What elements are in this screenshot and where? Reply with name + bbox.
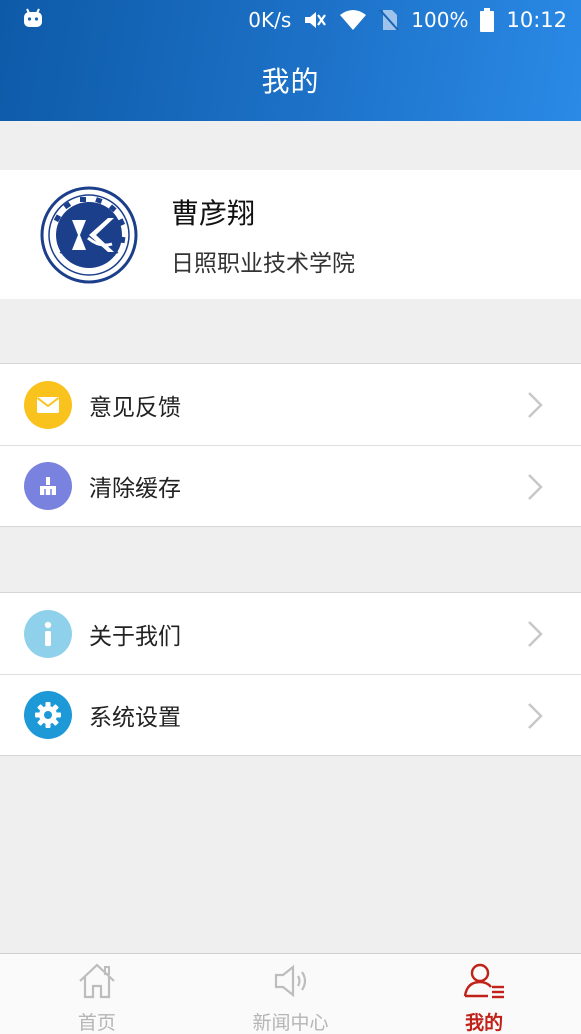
home-icon bbox=[77, 962, 117, 1004]
page-title: 我的 bbox=[261, 65, 320, 98]
clear-cache-label: 清除缓存 bbox=[89, 476, 181, 502]
tab-mine-label: 我的 bbox=[465, 1012, 504, 1034]
android-notification-icon bbox=[22, 7, 44, 34]
speaker-icon bbox=[271, 962, 311, 1004]
about-us-label: 关于我们 bbox=[89, 623, 181, 650]
user-name: 曹彦翔 bbox=[171, 196, 256, 230]
battery-level: 100% bbox=[411, 8, 469, 32]
info-icon bbox=[24, 609, 72, 658]
wifi-icon bbox=[339, 9, 367, 31]
chevron-right-icon bbox=[527, 473, 543, 505]
gear-icon bbox=[24, 691, 72, 739]
feedback-item[interactable]: 意见反馈 bbox=[0, 364, 581, 445]
bottom-nav: 首页 新闻中心 我的 bbox=[0, 953, 581, 1034]
user-icon bbox=[462, 962, 506, 1004]
broom-icon bbox=[24, 462, 72, 510]
user-school: 日照职业技术学院 bbox=[171, 250, 355, 277]
chevron-right-icon bbox=[527, 620, 543, 652]
tab-news-center-label: 新闻中心 bbox=[252, 1012, 329, 1034]
profile-card[interactable]: 曹彦翔 日照职业技术学院 bbox=[0, 170, 581, 299]
clear-cache-item[interactable]: 清除缓存 bbox=[0, 445, 581, 526]
feedback-label: 意见反馈 bbox=[89, 394, 181, 421]
clock: 10:12 bbox=[506, 8, 567, 32]
chevron-right-icon bbox=[527, 702, 543, 734]
app-header: 0K/s 100% 10:12 我的 bbox=[0, 0, 581, 121]
tab-mine[interactable]: 我的 bbox=[387, 954, 581, 1034]
menu-group-1: 意见反馈 清除缓存 bbox=[0, 363, 581, 527]
network-speed: 0K/s bbox=[248, 8, 292, 32]
chevron-right-icon bbox=[527, 391, 543, 423]
mute-icon bbox=[303, 9, 327, 31]
no-sim-icon bbox=[379, 9, 400, 31]
tab-home-label: 首页 bbox=[77, 1012, 116, 1034]
tab-home[interactable]: 首页 bbox=[0, 954, 194, 1034]
about-us-item[interactable]: 关于我们 bbox=[0, 593, 581, 674]
system-settings-item[interactable]: 系统设置 bbox=[0, 674, 581, 755]
mail-icon bbox=[24, 380, 72, 429]
school-logo bbox=[40, 186, 138, 284]
tab-news-center[interactable]: 新闻中心 bbox=[194, 954, 388, 1034]
status-bar: 0K/s 100% 10:12 bbox=[0, 0, 581, 40]
battery-icon bbox=[480, 8, 495, 32]
menu-group-2: 关于我们 系统设置 bbox=[0, 592, 581, 756]
system-settings-label: 系统设置 bbox=[89, 705, 181, 731]
